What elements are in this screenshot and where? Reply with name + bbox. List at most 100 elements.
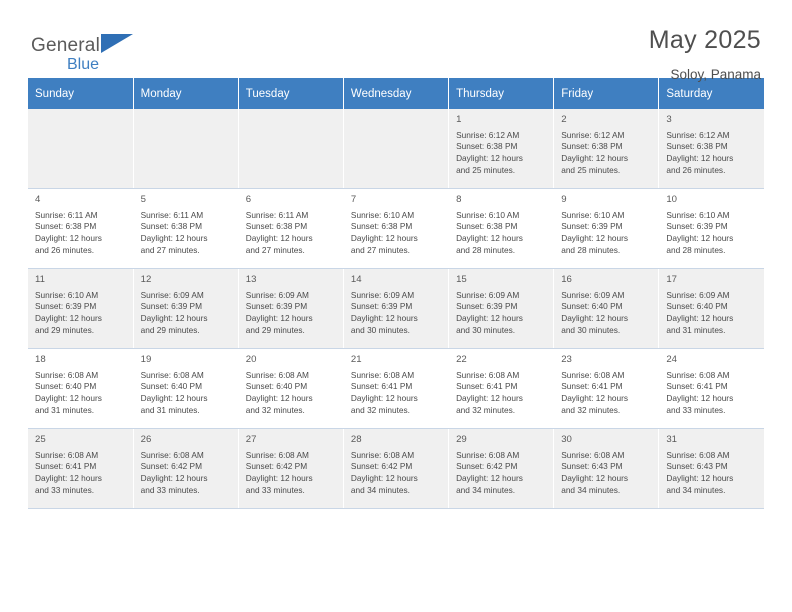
day-detail-line: Daylight: 12 hours <box>456 233 523 244</box>
day-detail-line: Sunset: 6:41 PM <box>350 381 413 392</box>
calendar-cell-empty <box>238 109 344 189</box>
calendar-day-cell[interactable]: 10 Sunrise: 6:10 AM Sunset: 6:39 PM Dayligh… <box>658 188 764 269</box>
day-detail-line: Sunrise: 6:10 AM <box>561 209 625 220</box>
day-number: 29 <box>456 434 467 445</box>
calendar-day-cell[interactable]: 4 Sunrise: 6:11 AM Sunset: 6:38 PM Daylight… <box>28 188 134 269</box>
day-detail-line: Sunrise: 6:08 AM <box>456 369 520 380</box>
day-detail-line: and 28 minutes. <box>456 244 516 255</box>
calendar-day-cell[interactable]: 15 Sunrise: 6:09 AM Sunset: 6:39 PM Dayligh… <box>448 268 555 349</box>
day-detail-line: Sunrise: 6:12 AM <box>666 129 730 140</box>
day-detail-line: Sunset: 6:38 PM <box>456 141 518 152</box>
brand-name-general: General <box>31 35 100 56</box>
calendar-day-cell[interactable]: 3 Sunrise: 6:12 AM Sunset: 6:38 PM Daylight… <box>658 109 764 189</box>
day-detail-line: Daylight: 12 hours <box>561 313 629 324</box>
calendar-day-cell[interactable]: 13 Sunrise: 6:09 AM Sunset: 6:39 PM Dayligh… <box>238 268 344 349</box>
calendar-week-row: 25 Sunrise: 6:08 AM Sunset: 6:41 PM Dayligh… <box>28 428 764 509</box>
calendar-day-cell[interactable]: 7 Sunrise: 6:10 AM Sunset: 6:38 PM Daylight… <box>343 188 450 269</box>
day-details: Sunrise: 6:08 AM Sunset: 6:42 PM Daylight:… <box>456 450 547 497</box>
calendar-day-cell[interactable]: 23 Sunrise: 6:08 AM Sunset: 6:41 PM Dayligh… <box>553 348 660 429</box>
day-detail-line: Sunrise: 6:12 AM <box>456 129 520 140</box>
calendar-day-cell[interactable]: 20 Sunrise: 6:08 AM Sunset: 6:40 PM Dayligh… <box>238 348 344 429</box>
weekday-header-tuesday: Tuesday <box>238 78 344 109</box>
day-detail-line: Sunset: 6:40 PM <box>666 301 728 312</box>
day-detail-line: Sunset: 6:39 PM <box>35 301 97 312</box>
day-detail-line: and 32 minutes. <box>456 404 516 415</box>
calendar-day-cell[interactable]: 6 Sunrise: 6:11 AM Sunset: 6:38 PM Daylight… <box>238 188 344 269</box>
calendar-day-cell[interactable]: 14 Sunrise: 6:09 AM Sunset: 6:39 PM Dayligh… <box>343 268 450 349</box>
day-detail-line: Daylight: 12 hours <box>350 233 418 244</box>
day-number: 18 <box>35 354 46 365</box>
calendar-day-cell[interactable]: 29 Sunrise: 6:08 AM Sunset: 6:42 PM Dayligh… <box>448 428 555 509</box>
calendar-day-cell[interactable]: 17 Sunrise: 6:09 AM Sunset: 6:40 PM Dayligh… <box>658 268 764 349</box>
day-detail-line: Sunset: 6:39 PM <box>561 221 623 232</box>
day-details: Sunrise: 6:10 AM Sunset: 6:39 PM Daylight:… <box>666 210 758 257</box>
day-number: 17 <box>666 274 678 285</box>
day-detail-line: and 34 minutes. <box>456 484 516 495</box>
day-number: 14 <box>350 274 362 285</box>
calendar-day-cell[interactable]: 31 Sunrise: 6:08 AM Sunset: 6:43 PM Dayligh… <box>658 428 764 509</box>
calendar-day-cell[interactable]: 21 Sunrise: 6:08 AM Sunset: 6:41 PM Dayligh… <box>343 348 450 429</box>
day-detail-line: Sunset: 6:43 PM <box>666 461 728 472</box>
calendar-day-cell[interactable]: 16 Sunrise: 6:09 AM Sunset: 6:40 PM Dayligh… <box>553 268 660 349</box>
day-number: 25 <box>35 434 46 445</box>
day-detail-line: and 30 minutes. <box>456 324 516 335</box>
calendar-cell-empty <box>133 109 239 189</box>
day-details: Sunrise: 6:11 AM Sunset: 6:38 PM Daylight:… <box>246 210 337 257</box>
day-detail-line: Sunset: 6:39 PM <box>350 301 413 312</box>
day-detail-line: and 34 minutes. <box>666 484 726 495</box>
day-detail-line: and 31 minutes. <box>666 324 726 335</box>
calendar-day-cell[interactable]: 8 Sunrise: 6:10 AM Sunset: 6:38 PM Daylight… <box>448 188 555 269</box>
day-detail-line: Daylight: 12 hours <box>666 233 734 244</box>
day-detail-line: Daylight: 12 hours <box>666 473 734 484</box>
day-detail-line: Daylight: 12 hours <box>35 233 102 244</box>
calendar-day-cell[interactable]: 28 Sunrise: 6:08 AM Sunset: 6:42 PM Dayligh… <box>343 428 450 509</box>
day-detail-line: Sunset: 6:40 PM <box>35 381 97 392</box>
calendar-day-cell[interactable]: 19 Sunrise: 6:08 AM Sunset: 6:40 PM Dayligh… <box>133 348 239 429</box>
calendar-day-cell[interactable]: 11 Sunrise: 6:10 AM Sunset: 6:39 PM Dayligh… <box>28 268 134 349</box>
day-detail-line: Sunrise: 6:09 AM <box>666 289 730 300</box>
day-detail-line: Sunset: 6:40 PM <box>140 381 202 392</box>
calendar-day-cell[interactable]: 2 Sunrise: 6:12 AM Sunset: 6:38 PM Daylight… <box>553 109 660 189</box>
calendar-day-cell[interactable]: 12 Sunrise: 6:09 AM Sunset: 6:39 PM Dayligh… <box>133 268 239 349</box>
day-details: Sunrise: 6:09 AM Sunset: 6:39 PM Daylight:… <box>246 290 337 337</box>
day-number: 6 <box>245 194 252 205</box>
day-detail-line: Daylight: 12 hours <box>561 393 629 404</box>
calendar-day-cell[interactable]: 24 Sunrise: 6:08 AM Sunset: 6:41 PM Dayligh… <box>658 348 764 429</box>
day-number: 28 <box>350 434 362 445</box>
calendar-day-cell[interactable]: 5 Sunrise: 6:11 AM Sunset: 6:38 PM Daylight… <box>133 188 239 269</box>
day-detail-line: Daylight: 12 hours <box>245 233 313 244</box>
calendar-day-cell[interactable]: 9 Sunrise: 6:10 AM Sunset: 6:39 PM Daylight… <box>553 188 660 269</box>
day-details: Sunrise: 6:09 AM Sunset: 6:40 PM Daylight:… <box>666 290 758 337</box>
brand-name-blue: Blue <box>67 56 100 73</box>
day-detail-line: Sunrise: 6:11 AM <box>35 209 98 220</box>
day-detail-line: Sunrise: 6:09 AM <box>561 289 625 300</box>
calendar-day-cell[interactable]: 18 Sunrise: 6:08 AM Sunset: 6:40 PM Dayligh… <box>28 348 134 429</box>
calendar-day-cell[interactable]: 22 Sunrise: 6:08 AM Sunset: 6:41 PM Dayligh… <box>448 348 555 429</box>
day-detail-line: Sunset: 6:39 PM <box>245 301 308 312</box>
day-detail-line: Sunrise: 6:08 AM <box>350 449 415 460</box>
calendar-day-cell[interactable]: 30 Sunrise: 6:08 AM Sunset: 6:43 PM Dayligh… <box>553 428 660 509</box>
calendar-day-cell[interactable]: 25 Sunrise: 6:08 AM Sunset: 6:41 PM Dayligh… <box>28 428 134 509</box>
weekday-header-sunday: Sunday <box>28 78 134 109</box>
day-detail-line: Daylight: 12 hours <box>245 313 313 324</box>
day-detail-line: Daylight: 12 hours <box>35 393 102 404</box>
day-details: Sunrise: 6:11 AM Sunset: 6:38 PM Daylight:… <box>35 210 127 257</box>
day-detail-line: Daylight: 12 hours <box>666 393 734 404</box>
day-detail-line: Daylight: 12 hours <box>561 153 629 164</box>
day-detail-line: Daylight: 12 hours <box>456 313 523 324</box>
day-number: 12 <box>140 274 152 285</box>
calendar-day-cell[interactable]: 26 Sunrise: 6:08 AM Sunset: 6:42 PM Dayligh… <box>133 428 239 509</box>
day-number: 20 <box>245 354 257 365</box>
day-details: Sunrise: 6:08 AM Sunset: 6:40 PM Daylight:… <box>35 370 127 417</box>
day-detail-line: and 29 minutes. <box>245 324 305 335</box>
day-detail-line: Sunrise: 6:09 AM <box>245 289 309 300</box>
day-number: 22 <box>456 354 467 365</box>
day-detail-line: Sunset: 6:38 PM <box>666 141 728 152</box>
day-detail-line: Sunset: 6:41 PM <box>666 381 728 392</box>
calendar-day-cell[interactable]: 1 Sunrise: 6:12 AM Sunset: 6:38 PM Daylight… <box>448 109 555 189</box>
day-detail-line: Sunrise: 6:08 AM <box>140 449 204 460</box>
day-details: Sunrise: 6:12 AM Sunset: 6:38 PM Daylight:… <box>561 130 652 177</box>
day-number: 16 <box>561 274 572 285</box>
calendar-day-cell[interactable]: 27 Sunrise: 6:08 AM Sunset: 6:42 PM Dayligh… <box>238 428 344 509</box>
day-detail-line: Sunrise: 6:09 AM <box>140 289 204 300</box>
